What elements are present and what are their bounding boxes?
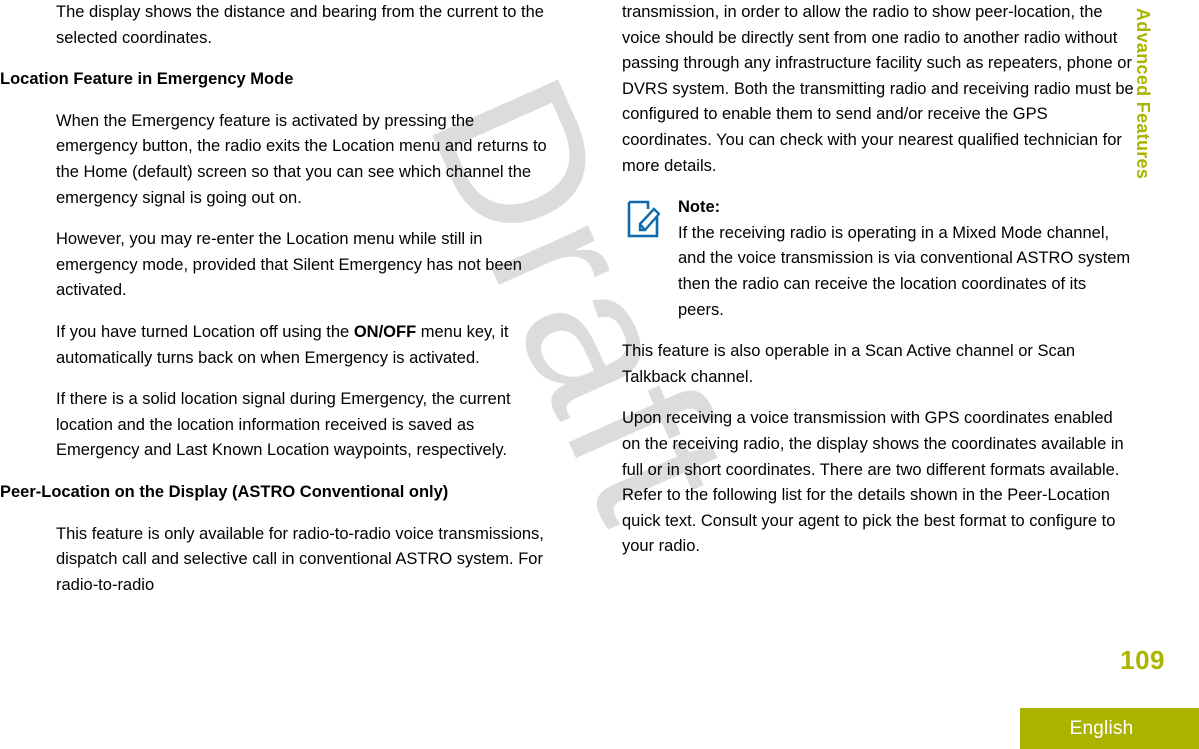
- heading-peer-location-on-display: Peer-Location on the Display (ASTRO Conv…: [0, 482, 449, 501]
- chapter-side-tab-label: Advanced Features: [1133, 8, 1153, 180]
- note-content: Note: If the receiving radio is operatin…: [678, 195, 1134, 323]
- paragraph-coordinate-formats: Upon receiving a voice transmission with…: [622, 409, 1124, 556]
- page-columns: The display shows the distance and beari…: [0, 0, 1135, 690]
- inline-bold-onoff: ON/OFF: [353, 322, 417, 341]
- paragraph-emergency-activation: When the Emergency feature is activated …: [56, 111, 547, 207]
- left-column: The display shows the distance and beari…: [0, 0, 556, 614]
- manual-page: Draft The display shows the distance and…: [0, 0, 1199, 749]
- note-text: If the receiving radio is operating in a…: [678, 223, 1131, 319]
- paragraph-radio-to-radio-availability: This feature is only available for radio…: [56, 524, 544, 594]
- note-block: Note: If the receiving radio is operatin…: [626, 195, 1134, 323]
- chapter-side-tab: Advanced Features: [1133, 0, 1199, 690]
- note-label: Note:: [678, 198, 721, 217]
- heading-location-feature-emergency-mode: Location Feature in Emergency Mode: [0, 70, 294, 89]
- footer-language-label: English: [1069, 717, 1134, 739]
- right-column: transmission, in order to allow the radi…: [622, 0, 1134, 576]
- paragraph-transmission-requirements: transmission, in order to allow the radi…: [622, 3, 1134, 175]
- page-number: 109: [1120, 645, 1165, 675]
- paragraph-display-distance-bearing: The display shows the distance and beari…: [56, 3, 544, 47]
- paragraph-onoff-text-before: If you have turned Location off using th…: [56, 322, 354, 341]
- note-pencil-icon: [626, 199, 661, 239]
- paragraph-reenter-location-menu: However, you may re-enter the Location m…: [56, 230, 522, 300]
- paragraph-scan-active-talkback: This feature is also operable in a Scan …: [622, 342, 1076, 386]
- footer-language-bar: English: [1020, 708, 1199, 749]
- paragraph-onoff-menu-key: If you have turned Location off using th…: [56, 320, 556, 371]
- paragraph-solid-location-signal: If there is a solid location signal duri…: [56, 390, 511, 460]
